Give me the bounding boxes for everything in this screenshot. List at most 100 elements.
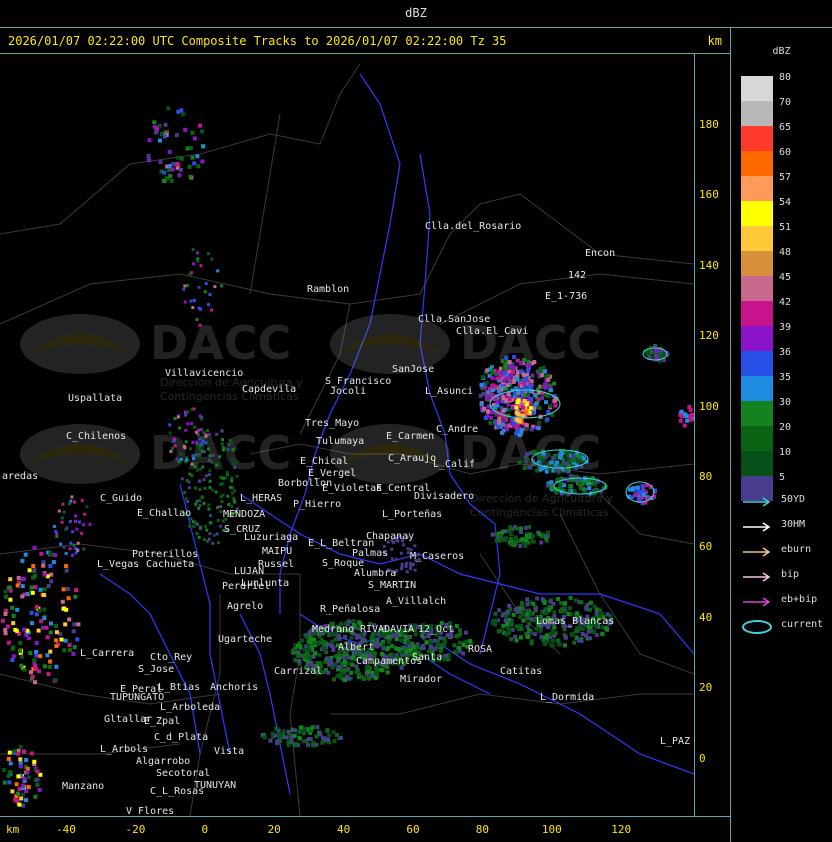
radar-map[interactable]: DACC DACC DACC DACC Dirección de Agricul… — [0, 54, 697, 817]
echo-pixel — [216, 505, 220, 509]
echo-pixel — [509, 542, 514, 547]
echo-pixel — [545, 417, 550, 422]
echo-pixel — [543, 382, 547, 387]
header-text: 2026/01/07 02:22:00 UTC Composite Tracks… — [8, 34, 507, 48]
colorbar-label: 45 — [779, 272, 792, 283]
echo-pixel — [572, 489, 577, 494]
echo-pixel — [568, 606, 572, 611]
echo-pixel — [399, 551, 403, 555]
echo-pixel — [507, 603, 512, 608]
echo-pixel — [69, 541, 73, 545]
echo-pixel — [424, 640, 429, 645]
echo-pixel — [60, 599, 65, 604]
legend-label: eb+bip — [781, 594, 818, 605]
echo-pixel — [230, 504, 234, 508]
x-tick-label: -40 — [56, 823, 76, 836]
echo-pixel — [71, 530, 75, 534]
place-label: Alumbra — [354, 568, 396, 579]
echo-pixel — [400, 650, 405, 655]
echo-pixel — [400, 562, 404, 566]
echo-pixel — [528, 612, 533, 617]
echo-pixel — [454, 634, 459, 639]
echo-pixel — [10, 658, 15, 662]
echo-pixel — [191, 440, 195, 444]
echo-pixel — [293, 658, 298, 663]
echo-pixel — [321, 670, 326, 675]
echo-pixel — [373, 676, 378, 681]
echo-pixel — [80, 499, 84, 503]
place-label: V_Flores — [126, 806, 174, 816]
echo-pixel — [77, 520, 81, 524]
echo-pixel — [23, 552, 28, 557]
echo-pixel — [349, 670, 354, 675]
place-label: Anchoris — [210, 682, 258, 693]
echo-pixel — [220, 500, 224, 504]
echo-pixel — [640, 484, 645, 489]
echo-pixel — [532, 360, 537, 364]
echo-pixel — [339, 735, 343, 740]
echo-pixel — [163, 134, 167, 139]
radar-map-svg: DACC DACC DACC DACC Dirección de Agricul… — [0, 63, 697, 817]
echo-pixel — [197, 447, 201, 451]
echo-pixel — [627, 487, 632, 492]
echo-pixel — [208, 532, 212, 536]
echo-pixel — [685, 418, 690, 423]
echo-pixel — [8, 770, 13, 775]
echo-pixel — [631, 486, 636, 491]
echo-pixel — [336, 656, 341, 661]
echo-pixel — [369, 635, 374, 640]
echo-pixel — [71, 652, 76, 656]
echo-pixel — [196, 443, 200, 447]
echo-pixel — [186, 422, 190, 426]
echo-pixel — [34, 650, 39, 654]
echo-pixel — [517, 460, 522, 465]
echo-pixel — [514, 638, 519, 643]
echo-pixel — [196, 164, 201, 169]
arrow-icon — [743, 572, 771, 582]
echo-pixel — [20, 594, 25, 599]
echo-pixel — [194, 502, 198, 506]
echo-pixel — [546, 373, 550, 378]
echo-pixel — [207, 458, 211, 462]
echo-pixel — [429, 640, 434, 645]
x-tick-label: 40 — [336, 823, 351, 836]
echo-pixel — [211, 488, 215, 492]
colorbar-unit: dBZ — [772, 46, 791, 57]
colorbar-swatch — [741, 326, 773, 351]
echo-pixel — [11, 621, 16, 626]
echo-pixel — [8, 761, 13, 766]
echo-pixel — [540, 395, 545, 400]
echo-pixel — [82, 523, 86, 527]
echo-pixel — [221, 519, 225, 523]
echo-pixel — [69, 499, 73, 503]
echo-pixel — [82, 547, 86, 551]
echo-pixel — [527, 363, 532, 368]
place-label: SanJose — [392, 364, 434, 375]
echo-pixel — [511, 612, 516, 617]
echo-pixel — [201, 439, 205, 443]
colorbar-swatch — [741, 251, 773, 276]
echo-pixel — [522, 381, 527, 386]
place-label: L_Btias — [158, 682, 200, 693]
echo-pixel — [600, 611, 605, 616]
echo-pixel — [428, 645, 433, 649]
place-label: L_Porteñas — [382, 509, 442, 520]
echo-pixel — [30, 621, 34, 626]
echo-pixel — [318, 732, 323, 737]
echo-pixel — [204, 524, 207, 528]
echo-pixel — [306, 737, 311, 742]
echo-pixel — [413, 544, 417, 548]
echo-pixel — [394, 637, 399, 642]
echo-pixel — [314, 734, 319, 739]
echo-pixel — [195, 251, 199, 255]
echo-pixel — [375, 644, 380, 649]
echo-pixel — [645, 351, 650, 356]
echo-pixel — [297, 736, 302, 741]
legend-row: eburn — [741, 544, 811, 569]
colorbar-label: 70 — [779, 97, 792, 108]
place-label: LUJAN — [234, 566, 264, 577]
echo-pixel — [513, 634, 518, 639]
place-label: Luzuriaga — [244, 532, 298, 543]
place-label: Tulumaya — [316, 436, 364, 447]
echo-pixel — [194, 486, 198, 490]
